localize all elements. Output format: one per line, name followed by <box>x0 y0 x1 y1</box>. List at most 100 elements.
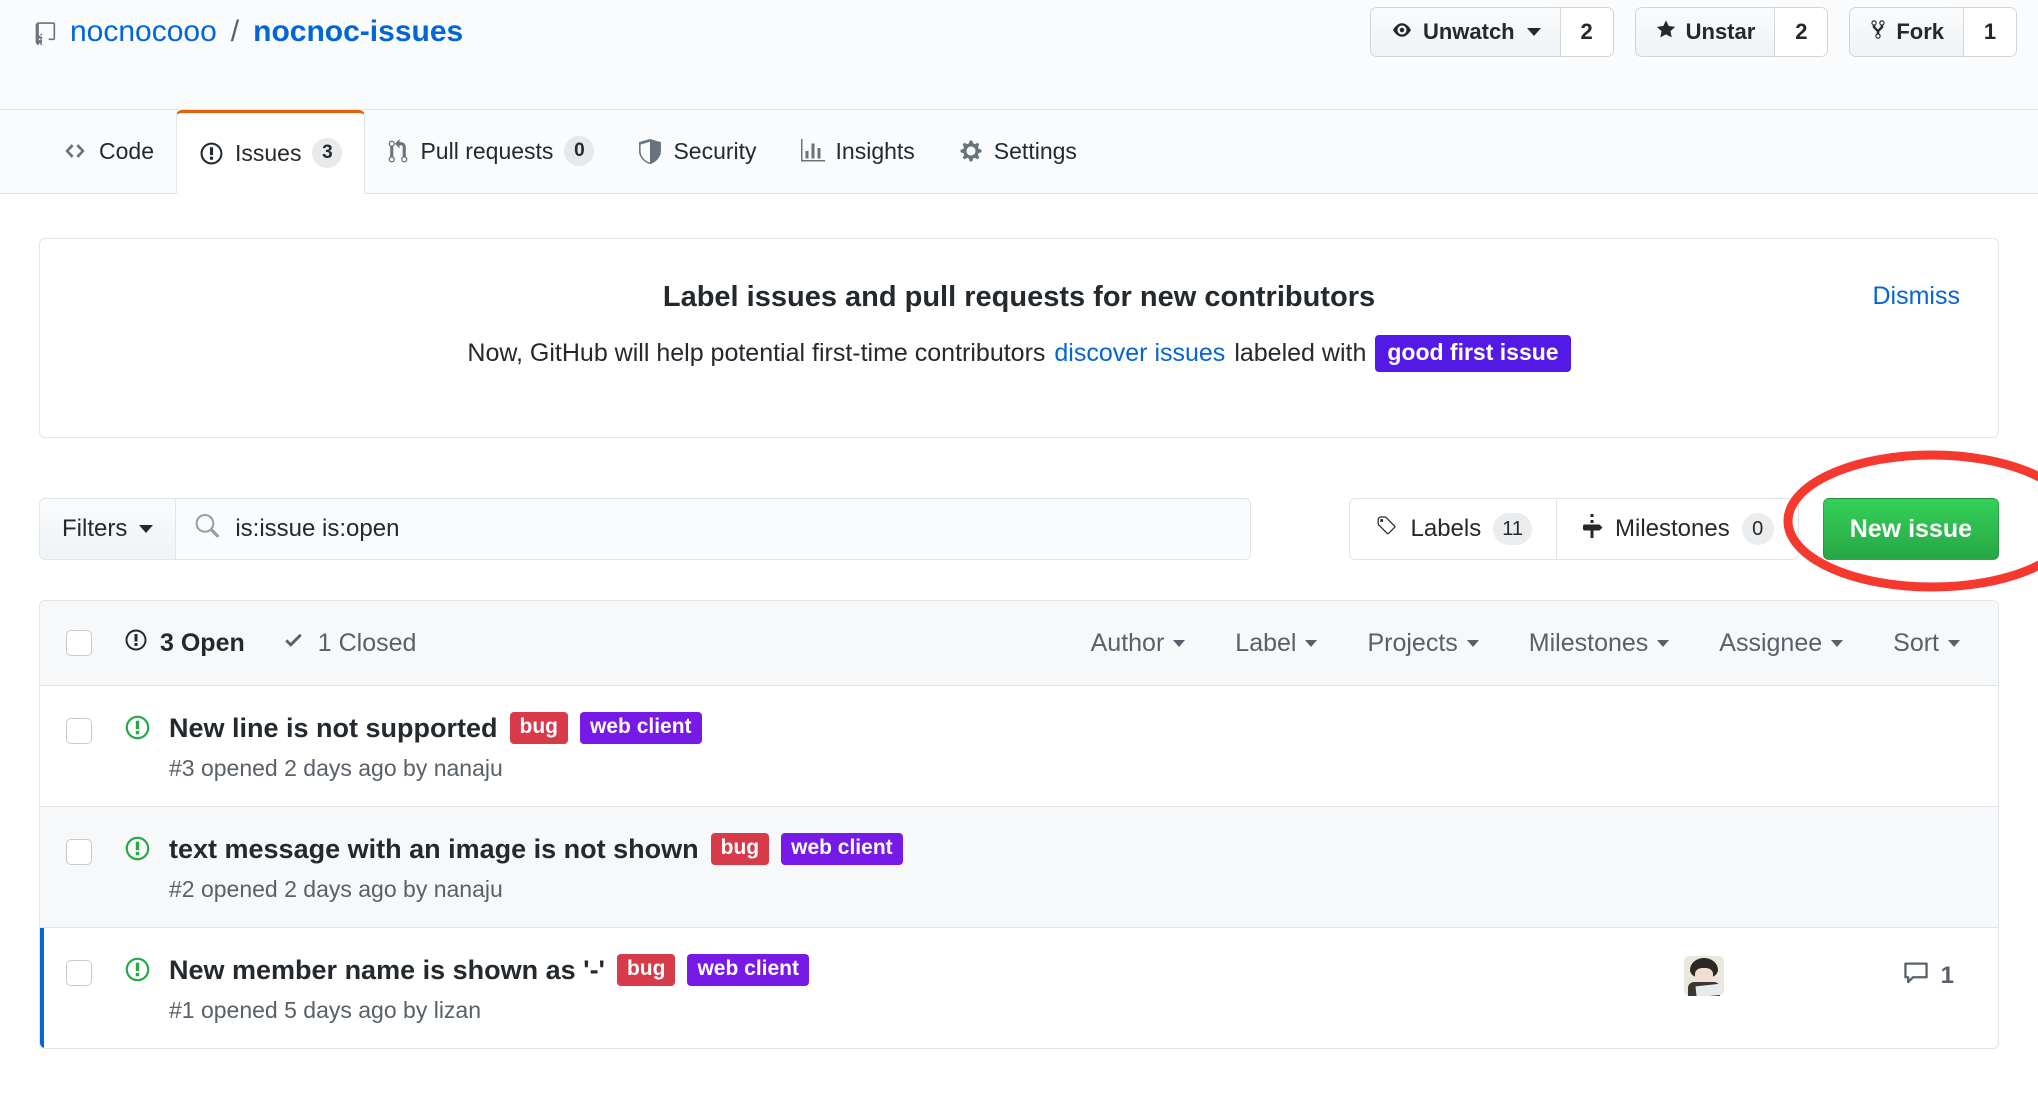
gear-icon <box>959 139 983 163</box>
tab-security[interactable]: Security <box>616 109 778 193</box>
tab-pull-requests-label: Pull requests <box>420 138 553 165</box>
milestones-filter-label: Milestones <box>1529 629 1649 658</box>
issue-sort-filters: Author Label Projects Milestones Assigne… <box>1091 629 1976 658</box>
chevron-down-icon <box>1657 640 1669 647</box>
good-first-issue-label[interactable]: good first issue <box>1375 335 1570 372</box>
fork-button-group: Fork 1 <box>1850 8 2016 56</box>
tab-settings[interactable]: Settings <box>937 109 1099 193</box>
issue-comment-count[interactable]: 1 <box>1902 960 1954 993</box>
search-input[interactable] <box>233 514 1232 544</box>
issues-filter-bar: Filters <box>39 498 1999 560</box>
chevron-down-icon <box>1173 640 1185 647</box>
chevron-down-icon <box>1527 28 1541 36</box>
tab-pull-requests[interactable]: Pull requests 0 <box>365 109 616 193</box>
closed-issues-label: 1 Closed <box>318 629 417 658</box>
issue-label-web-client[interactable]: web client <box>580 712 702 744</box>
issues-right-controls: Labels 11 Milestones 0 New issue <box>1349 498 2000 560</box>
tab-security-label: Security <box>673 138 756 165</box>
eye-icon <box>1390 19 1414 45</box>
projects-filter[interactable]: Projects <box>1367 629 1478 658</box>
banner-subtitle: Now, GitHub will help potential first-ti… <box>40 335 1998 372</box>
assignee-filter[interactable]: Assignee <box>1719 629 1843 658</box>
milestones-label: Milestones <box>1615 515 1730 543</box>
repo-book-icon <box>34 17 60 47</box>
closed-issues-filter[interactable]: 1 Closed <box>281 629 417 658</box>
repo-name-link[interactable]: nocnoc-issues <box>253 12 463 52</box>
chevron-down-icon <box>139 525 153 533</box>
tab-code-label: Code <box>99 138 154 165</box>
labels-label: Labels <box>1411 515 1482 543</box>
repo-header: nocnocooo / nocnoc-issues Unwatch 2 <box>0 0 2038 110</box>
star-count[interactable]: 2 <box>1775 8 1827 56</box>
issue-meta: #1 opened 5 days ago by lizan <box>169 997 1684 1024</box>
issue-title-line: text message with an image is not shown … <box>169 833 1976 865</box>
sort-filter[interactable]: Sort <box>1893 629 1960 658</box>
label-filter[interactable]: Label <box>1235 629 1317 658</box>
issue-label-bug[interactable]: bug <box>711 833 769 865</box>
tab-insights[interactable]: Insights <box>779 109 937 193</box>
unwatch-button[interactable]: Unwatch <box>1371 8 1561 56</box>
unstar-button[interactable]: Unstar <box>1636 8 1776 56</box>
avatar[interactable] <box>1684 956 1724 996</box>
issue-title-link[interactable]: text message with an image is not shown <box>169 834 699 865</box>
tab-code[interactable]: Code <box>40 109 176 193</box>
star-button-group: Unstar 2 <box>1636 8 1828 56</box>
graph-icon <box>801 139 825 163</box>
filters-dropdown-button[interactable]: Filters <box>40 499 176 559</box>
milestones-button[interactable]: Milestones 0 <box>1556 499 1798 559</box>
milestones-filter[interactable]: Milestones <box>1529 629 1670 658</box>
labels-button[interactable]: Labels 11 <box>1350 499 1557 559</box>
author-filter[interactable]: Author <box>1091 629 1186 658</box>
author-filter-label: Author <box>1091 629 1165 658</box>
discover-issues-link[interactable]: discover issues <box>1054 339 1225 368</box>
repo-breadcrumb: nocnocooo / nocnoc-issues <box>34 12 463 52</box>
labels-milestones-group: Labels 11 Milestones 0 <box>1349 498 1799 560</box>
issue-label-bug[interactable]: bug <box>617 954 675 986</box>
issue-opened-icon <box>124 628 148 659</box>
filters-label: Filters <box>62 515 127 543</box>
comment-count-value: 1 <box>1941 962 1954 990</box>
tab-insights-label: Insights <box>836 138 915 165</box>
fork-button[interactable]: Fork <box>1850 8 1964 56</box>
check-icon <box>281 629 306 658</box>
new-issue-button[interactable]: New issue <box>1823 498 1999 560</box>
issue-checkbox[interactable] <box>66 960 92 986</box>
issue-label-bug[interactable]: bug <box>510 712 568 744</box>
chevron-down-icon <box>1467 640 1479 647</box>
banner-title: Label issues and pull requests for new c… <box>40 281 1998 314</box>
issue-checkbox[interactable] <box>66 839 92 865</box>
table-row[interactable]: New line is not supported bug web client… <box>40 686 1998 807</box>
open-issues-filter[interactable]: 3 Open <box>124 628 245 659</box>
issue-opened-icon <box>124 714 151 741</box>
select-all-checkbox[interactable] <box>66 630 92 656</box>
issue-label-web-client[interactable]: web client <box>781 833 903 865</box>
repo-owner-link[interactable]: nocnocooo <box>70 12 217 52</box>
issue-title-link[interactable]: New line is not supported <box>169 713 498 744</box>
label-filter-label: Label <box>1235 629 1296 658</box>
chevron-down-icon <box>1831 640 1843 647</box>
issue-row-right: 1 <box>1684 956 1976 996</box>
repo-separator: / <box>231 12 239 52</box>
tab-issues[interactable]: Issues 3 <box>176 110 365 194</box>
avatar-paper <box>1695 984 1722 996</box>
table-row[interactable]: text message with an image is not shown … <box>40 807 1998 928</box>
comment-icon <box>1902 960 1930 993</box>
repo-nav-tabs: Code Issues 3 Pull requests 0 <box>0 110 2038 194</box>
fork-label: Fork <box>1896 19 1944 45</box>
issue-title-link[interactable]: New member name is shown as '-' <box>169 955 605 986</box>
fork-count[interactable]: 1 <box>1964 8 2016 56</box>
dismiss-banner-link[interactable]: Dismiss <box>1873 282 1961 311</box>
issue-content: text message with an image is not shown … <box>169 833 1976 903</box>
issue-label-web-client[interactable]: web client <box>687 954 809 986</box>
git-pull-request-icon <box>387 139 409 164</box>
issues-list-header: 3 Open 1 Closed Author Labe <box>40 601 1998 686</box>
issue-checkbox[interactable] <box>66 718 92 744</box>
issues-list-container: 3 Open 1 Closed Author Labe <box>39 600 1999 1049</box>
code-icon <box>62 140 88 162</box>
new-contributors-banner: Label issues and pull requests for new c… <box>39 238 1999 438</box>
table-row[interactable]: New member name is shown as '-' bug web … <box>40 928 1998 1048</box>
watch-count[interactable]: 2 <box>1561 8 1613 56</box>
issue-title-line: New member name is shown as '-' bug web … <box>169 954 1684 986</box>
unstar-label: Unstar <box>1686 19 1756 45</box>
tab-issues-count: 3 <box>312 138 342 168</box>
